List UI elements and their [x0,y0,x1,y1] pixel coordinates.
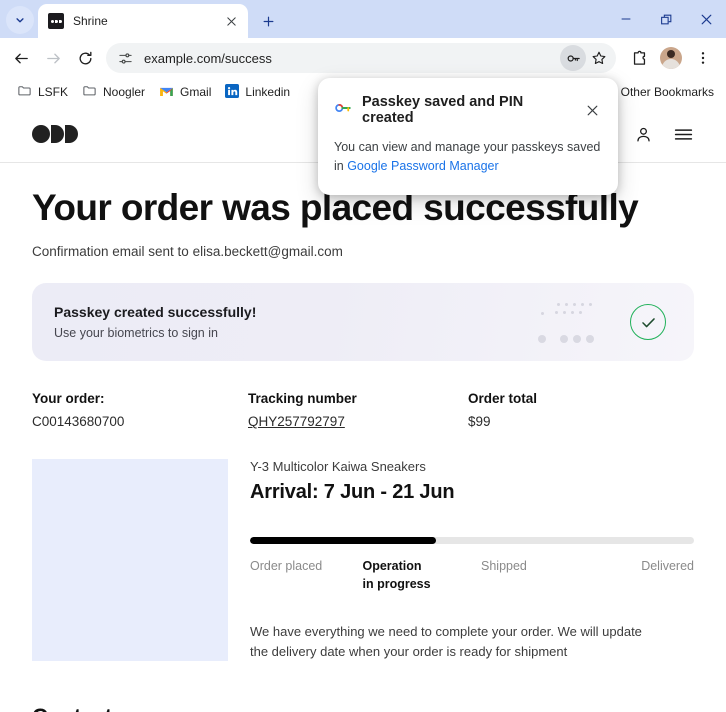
gmail-icon [159,85,174,100]
bookmark-label: Gmail [180,85,212,99]
bookmark-linkedin[interactable]: Linkedin [218,81,297,104]
browser-window: Shrine example.com/success LSFK Noogler … [0,0,726,712]
product-image [32,459,228,662]
shrine-favicon [48,13,64,29]
passkey-success-banner: Passkey created successfully! Use your b… [32,283,694,362]
bookmark-lsfk[interactable]: LSFK [10,80,75,104]
bookmark-label: LSFK [38,85,69,99]
product-row: Y-3 Multicolor Kaiwa Sneakers Arrival: 7… [0,459,726,662]
step-delivered: Delivered [641,559,694,574]
step-order-placed: Order placed [250,559,323,574]
browser-toolbar: example.com/success [0,38,726,78]
decorative-dots [506,283,596,361]
order-progress: Order placed Operation in progress Shipp… [250,537,694,594]
success-check-icon [630,304,666,341]
tab-strip: Shrine [0,0,726,38]
account-icon[interactable] [634,125,653,144]
browser-tab-shrine[interactable]: Shrine [38,4,248,38]
tracking-number-block: Tracking number QHY257792797 [248,391,468,429]
tab-title: Shrine [73,14,108,28]
order-total-block: Order total $99 [468,391,537,429]
bookmark-star-icon[interactable] [586,45,612,71]
bookmark-gmail[interactable]: Gmail [152,82,218,103]
minimize-icon[interactable] [606,0,646,38]
close-window-icon[interactable] [686,0,726,38]
site-header-actions [634,124,694,145]
logo-half-icon-2 [65,125,78,143]
passkey-dots-row [538,335,594,344]
step-shipped: Shipped [481,559,527,574]
other-bookmarks-button[interactable]: Other Bookmarks [615,82,720,102]
passkey-banner-subtitle: Use your biometrics to sign in [54,326,218,341]
passkey-icon [334,99,352,122]
tab-search-icon[interactable] [6,6,34,34]
bookmark-label: Linkedin [245,85,291,99]
order-total-value: $99 [468,414,491,430]
bookmark-noogler[interactable]: Noogler [75,80,152,104]
arrival-date: Arrival: 7 Jun - 21 Jun [250,481,455,504]
step-operation-in-progress: Operation in progress [362,559,431,592]
site-settings-icon[interactable] [114,47,136,69]
chrome-menu-icon[interactable] [688,43,718,73]
passkey-popup-header: Passkey saved and PIN created [334,94,602,126]
passkey-popup-title: Passkey saved and PIN created [362,94,524,126]
tracking-number-label: Tracking number [248,391,357,407]
progress-track [250,537,694,545]
tracking-number-link[interactable]: QHY257792797 [248,414,468,429]
order-number-block: Your order: C00143680700 [32,391,248,429]
reload-icon[interactable] [70,43,100,73]
order-number-value: C00143680700 [32,414,125,430]
avatar[interactable] [660,47,682,69]
google-password-manager-link[interactable]: Google Password Manager [347,159,498,173]
order-note: We have everything we need to complete y… [250,623,642,660]
address-bar[interactable]: example.com/success [106,43,616,73]
shrine-logo[interactable] [32,125,78,143]
passkey-popup: Passkey saved and PIN created You can vi… [318,78,618,195]
new-tab-button[interactable] [254,7,282,35]
back-icon[interactable] [6,43,36,73]
window-controls [606,0,726,38]
progress-steps: Order placed Operation in progress Shipp… [250,558,694,594]
order-meta: Your order: C00143680700 Tracking number… [0,391,726,429]
passkey-key-icon[interactable] [560,45,586,71]
extensions-icon[interactable] [624,43,654,73]
close-icon[interactable] [582,100,602,120]
close-icon[interactable] [222,12,240,30]
restore-icon[interactable] [646,0,686,38]
folder-icon [17,83,32,101]
hamburger-menu-icon[interactable] [673,124,694,145]
forward-icon[interactable] [38,43,68,73]
passkey-banner-title: Passkey created successfully! [54,304,257,321]
logo-half-icon [51,125,64,143]
folder-icon [82,83,97,101]
page-content: Your order was placed successfully Confi… [0,106,726,712]
logo-dot-icon [32,125,50,143]
url-text: example.com/success [144,50,272,66]
confirmation-email-text: Confirmation email sent to elisa.beckett… [32,244,343,260]
order-number-label: Your order: [32,391,105,407]
passkey-popup-body: You can view and manage your passkeys sa… [334,138,602,177]
progress-fill [250,537,437,545]
linkedin-icon [225,83,240,101]
profile-avatar[interactable] [656,43,686,73]
bookmark-label: Noogler [103,85,146,99]
contact-heading: Contact us [0,704,726,712]
product-name: Y-3 Multicolor Kaiwa Sneakers [250,459,426,475]
order-total-label: Order total [468,391,538,407]
product-info: Y-3 Multicolor Kaiwa Sneakers Arrival: 7… [228,459,694,662]
